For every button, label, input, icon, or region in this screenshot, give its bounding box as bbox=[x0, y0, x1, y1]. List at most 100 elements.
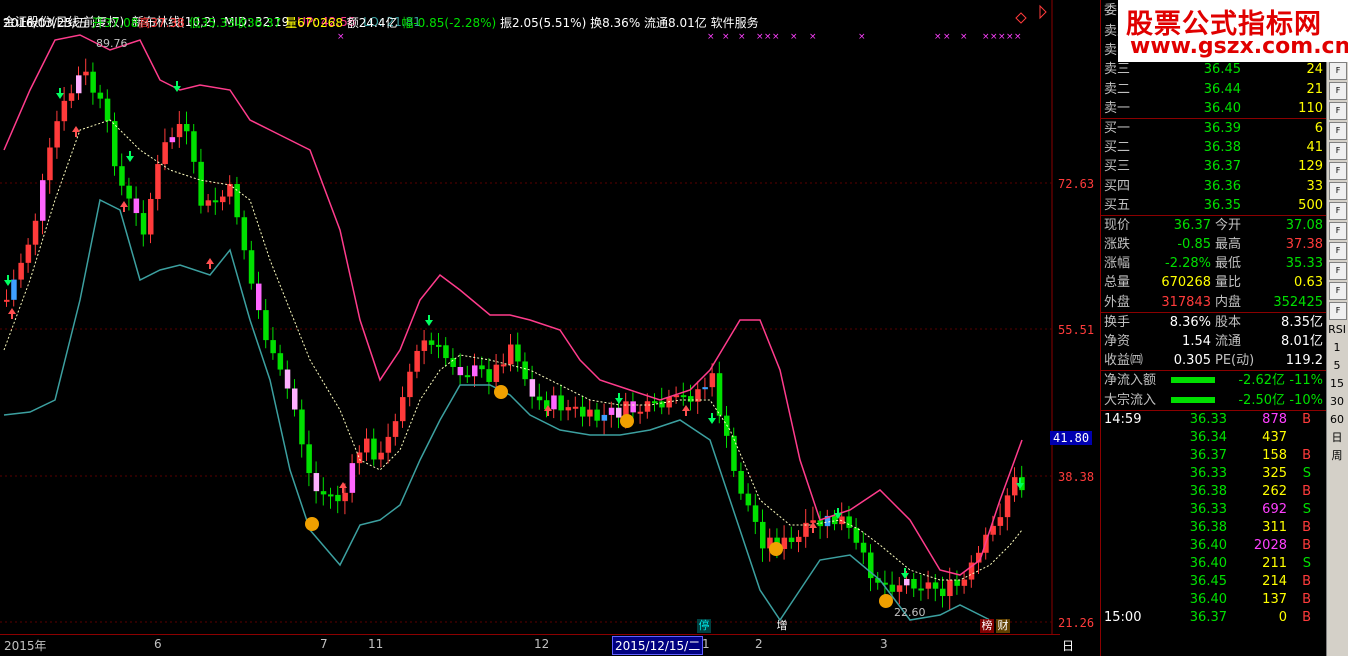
candle-body bbox=[328, 494, 334, 497]
toolbar-button[interactable]: F bbox=[1329, 62, 1347, 80]
candle-body bbox=[652, 401, 658, 404]
toolbar-button[interactable]: F bbox=[1329, 222, 1347, 240]
tick-row: 36.33 692 S bbox=[1101, 501, 1326, 519]
bar-date: 2016/03/25/五 bbox=[3, 16, 89, 30]
date-label: 11 bbox=[368, 637, 384, 651]
candle-body bbox=[904, 578, 910, 586]
tick-volume: 262 bbox=[1262, 483, 1287, 499]
bid-row[interactable]: 买二 36.38 41 bbox=[1101, 138, 1326, 157]
candle-body bbox=[745, 493, 752, 506]
event-marker-list[interactable]: 榜 bbox=[980, 619, 994, 633]
tick-price: 36.33 bbox=[1189, 501, 1227, 517]
bid-volume: 129 bbox=[1298, 159, 1323, 175]
event-marker-suspend[interactable]: 停 bbox=[697, 619, 711, 633]
candle-body bbox=[68, 93, 75, 101]
bar-close: 收36.37 bbox=[234, 16, 282, 30]
top-x-marker: × bbox=[858, 32, 866, 42]
ask-row[interactable]: 卖二 36.44 21 bbox=[1101, 80, 1326, 99]
toolbar-button[interactable]: F bbox=[1329, 202, 1347, 220]
quote-row: 外盘 317843 内盘 352425 bbox=[1101, 293, 1326, 312]
fundamental-value: 8.36% bbox=[1169, 314, 1211, 330]
buy-signal-icon bbox=[769, 542, 783, 556]
candle-body bbox=[104, 98, 111, 122]
candle-body bbox=[536, 396, 543, 401]
candle-body bbox=[90, 71, 96, 93]
candle-body bbox=[551, 395, 557, 410]
tick-side: S bbox=[1302, 465, 1311, 481]
toolbar-button[interactable]: F bbox=[1329, 182, 1347, 200]
down-arrow-icon bbox=[126, 151, 134, 162]
flow-bar bbox=[1171, 377, 1215, 384]
toolbar-button[interactable]: F bbox=[1329, 162, 1347, 180]
toolbar-button[interactable]: F bbox=[1329, 262, 1347, 280]
candle-body bbox=[61, 100, 68, 122]
ask-label: 卖三 bbox=[1104, 62, 1131, 78]
candle-body bbox=[961, 579, 968, 586]
candle-body bbox=[997, 517, 1004, 526]
bid-row[interactable]: 买五 36.35 500 bbox=[1101, 196, 1326, 215]
flow-label: 大宗流入 bbox=[1104, 392, 1157, 408]
candle-body bbox=[457, 366, 464, 376]
candle-body bbox=[500, 364, 507, 367]
candle-body bbox=[184, 124, 190, 132]
bid-row[interactable]: 买三 36.37 129 bbox=[1101, 157, 1326, 176]
event-marker-increase[interactable]: 增 bbox=[775, 619, 789, 633]
down-arrow-icon bbox=[56, 88, 64, 99]
bar-amount: 额24.4亿 bbox=[346, 16, 398, 30]
period-label[interactable]: 日线 bbox=[1062, 637, 1074, 656]
candle-body bbox=[1012, 477, 1018, 496]
event-marker-finance[interactable]: 财 bbox=[996, 619, 1010, 633]
up-arrow-icon bbox=[339, 482, 347, 493]
toolbar-button[interactable]: F bbox=[1329, 122, 1347, 140]
tick-side: B bbox=[1302, 447, 1311, 463]
toolbar-period-1[interactable]: 1 bbox=[1327, 339, 1347, 357]
candle-body bbox=[954, 579, 960, 586]
toolbar-button[interactable]: F bbox=[1329, 102, 1347, 120]
toolbar-button[interactable]: F bbox=[1329, 82, 1347, 100]
toolbar-button[interactable]: F bbox=[1329, 302, 1347, 320]
toolbar-period-RSI[interactable]: RSI bbox=[1327, 321, 1347, 339]
fundamental-label: 换手 bbox=[1104, 314, 1131, 330]
candle-body bbox=[932, 582, 939, 589]
toolbar-period-日[interactable]: 日 bbox=[1327, 429, 1347, 447]
toolbar-button[interactable]: F bbox=[1329, 282, 1347, 300]
candle-body bbox=[227, 184, 233, 197]
toolbar-button[interactable]: F bbox=[1329, 142, 1347, 160]
candle-body bbox=[25, 244, 32, 263]
ask-row[interactable]: 卖三 36.45 24 bbox=[1101, 60, 1326, 79]
tick-row: 36.37 158 B bbox=[1101, 447, 1326, 465]
bar-sector[interactable]: 软件服务 bbox=[711, 16, 759, 30]
toolbar-period-60[interactable]: 60 bbox=[1327, 411, 1347, 429]
kline-chart[interactable]: × × × × × × × × × × × × × × × × × × 89.76 22.60 bbox=[0, 0, 1100, 656]
toolbar-period-周[interactable]: 周 bbox=[1327, 447, 1347, 465]
fundamental-row: 换手 8.36% 股本 8.35亿 bbox=[1101, 313, 1326, 332]
candle-body bbox=[407, 371, 413, 398]
toolbar-period-5[interactable]: 5 bbox=[1327, 357, 1347, 375]
quote-label: 外盘 bbox=[1104, 294, 1131, 310]
candle-body bbox=[248, 250, 255, 284]
bid-price: 36.38 bbox=[1203, 140, 1241, 156]
candle-body bbox=[306, 444, 312, 474]
top-x-marker: × bbox=[722, 32, 730, 42]
kline-chart-area[interactable]: × × × × × × × × × × × × × × × × × × 89.76 22.60 金证股份(日线 前… bbox=[0, 0, 1100, 656]
candle-body bbox=[292, 388, 298, 410]
bid-row[interactable]: 买一 36.39 6 bbox=[1101, 119, 1326, 138]
quote-label: 最高 bbox=[1215, 237, 1242, 253]
toolbar-button[interactable]: F bbox=[1329, 242, 1347, 260]
candle-body bbox=[486, 369, 492, 382]
candle-body bbox=[162, 142, 168, 165]
toolbar-period-15[interactable]: 15 bbox=[1327, 375, 1347, 393]
candle-body bbox=[212, 200, 219, 203]
fundamental-label: 流通 bbox=[1215, 334, 1242, 349]
tick-list[interactable]: 14:59 36.33 878 B 36.34 437 36.37 158 B 36.33 325 S… bbox=[1101, 411, 1326, 627]
ask-row[interactable]: 卖一 36.40 110 bbox=[1101, 99, 1326, 118]
candle-body bbox=[493, 364, 500, 382]
date-label: 1 bbox=[702, 637, 710, 651]
buy-signal-icon bbox=[494, 385, 508, 399]
candle-body bbox=[356, 452, 363, 464]
candle-body bbox=[40, 180, 46, 221]
tick-row: 36.40 2028 B bbox=[1101, 537, 1326, 555]
candle-body bbox=[234, 184, 240, 218]
bid-row[interactable]: 买四 36.36 33 bbox=[1101, 177, 1326, 196]
toolbar-period-30[interactable]: 30 bbox=[1327, 393, 1347, 411]
